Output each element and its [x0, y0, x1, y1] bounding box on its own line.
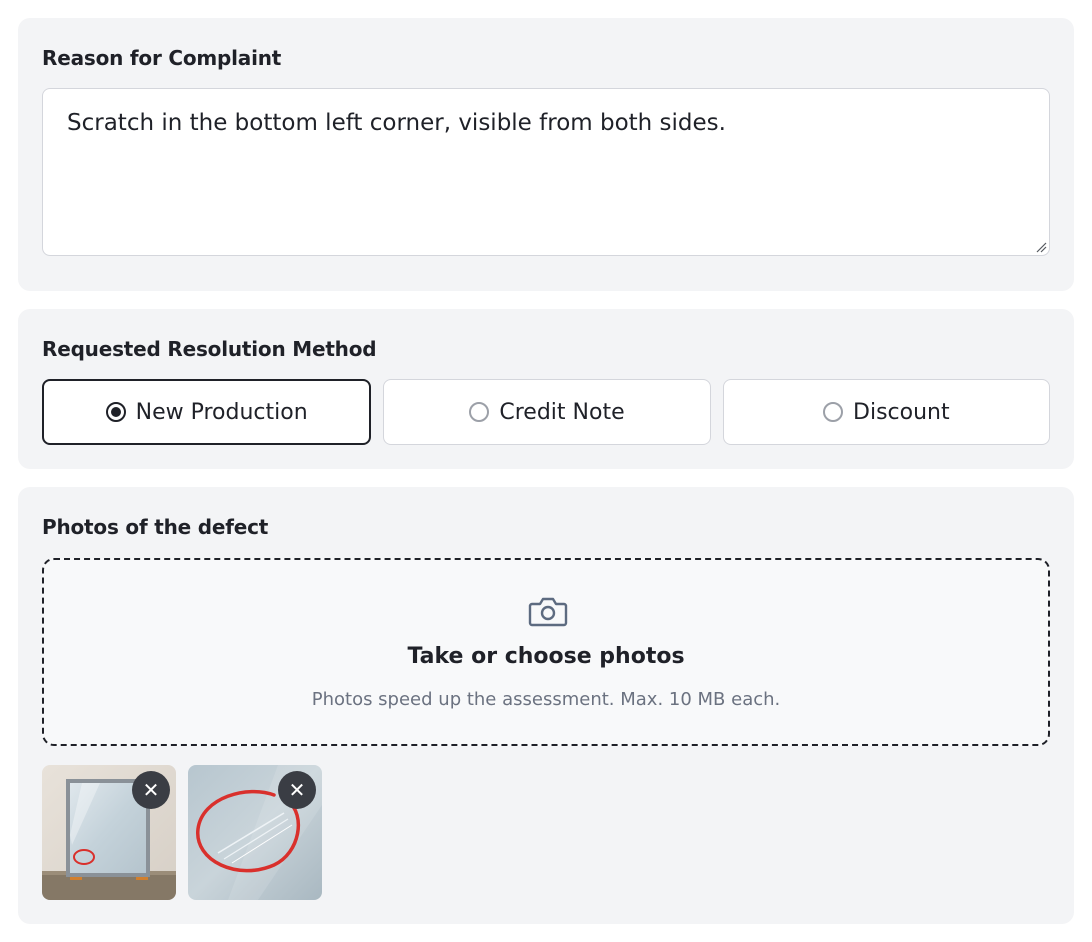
camera-icon — [528, 597, 568, 627]
remove-photo-button[interactable]: ✕ — [278, 771, 316, 809]
photos-title: Photos of the defect — [42, 515, 269, 539]
option-label: Credit Note — [499, 399, 625, 425]
resolution-options: New Production Credit Note Discount — [42, 379, 1050, 445]
radio-icon — [469, 402, 490, 422]
radio-icon — [823, 402, 844, 422]
option-discount[interactable]: Discount — [722, 379, 1050, 445]
photo-dropzone[interactable]: Take or choose photos Photos speed up th… — [42, 558, 1050, 746]
option-new-production[interactable]: New Production — [42, 379, 372, 445]
photos-card: Photos of the defect Take or choose phot… — [18, 487, 1074, 924]
photo-thumbnails: ✕ ✕ — [42, 765, 322, 900]
resolution-title: Requested Resolution Method — [42, 337, 377, 361]
resolution-card: Requested Resolution Method New Producti… — [18, 309, 1074, 469]
radio-selected-icon — [105, 402, 126, 422]
photo-thumbnail-scratch[interactable]: ✕ — [188, 765, 322, 900]
dropzone-title: Take or choose photos — [407, 644, 685, 669]
photo-thumbnail-mirror[interactable]: ✕ — [42, 765, 176, 900]
option-credit-note[interactable]: Credit Note — [383, 379, 711, 445]
reason-title: Reason for Complaint — [42, 46, 282, 70]
option-label: Discount — [853, 399, 950, 425]
option-label: New Production — [135, 399, 308, 425]
dropzone-hint: Photos speed up the assessment. Max. 10 … — [311, 689, 781, 710]
resize-grip-icon[interactable] — [1035, 241, 1047, 253]
reason-card: Reason for Complaint Scratch in the bott… — [18, 18, 1074, 291]
remove-photo-button[interactable]: ✕ — [132, 771, 170, 809]
reason-textarea[interactable]: Scratch in the bottom left corner, visib… — [42, 88, 1050, 256]
